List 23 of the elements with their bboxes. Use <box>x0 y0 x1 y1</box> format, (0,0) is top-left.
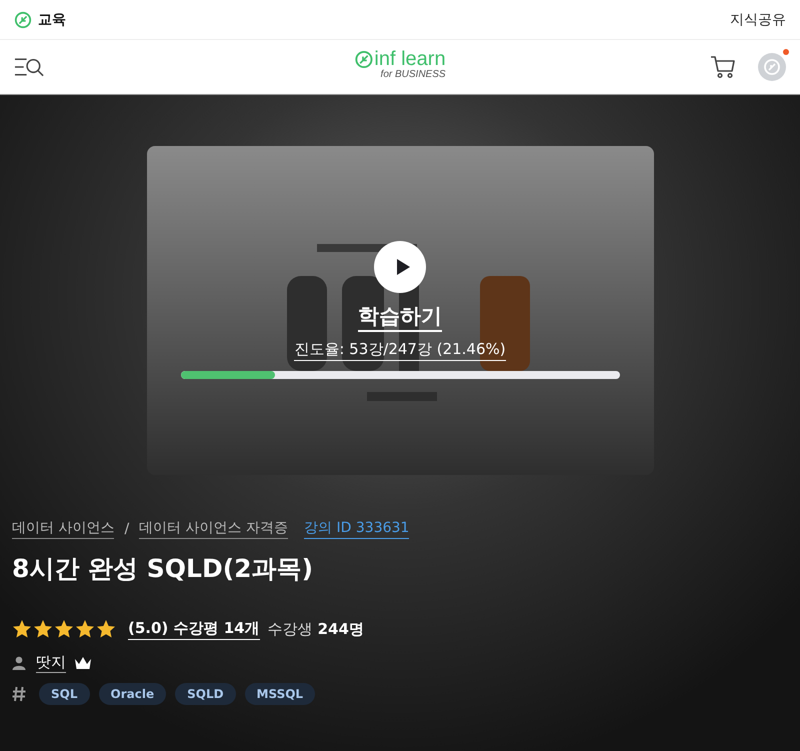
tag[interactable]: MSSQL <box>244 683 316 705</box>
progress-text: 진도율: 53강/247강 (21.46%) <box>294 338 506 361</box>
knowledge-share-link[interactable]: 지식공유 <box>730 10 786 28</box>
leaf-icon <box>14 10 32 28</box>
instructor-link[interactable]: 땃지 <box>36 652 66 673</box>
tag[interactable]: SQL <box>39 683 90 705</box>
review-link[interactable]: (5.0) 수강평 14개 <box>128 618 260 640</box>
course-id-link[interactable]: 강의 ID 333631 <box>304 519 410 539</box>
hashtag-icon <box>12 686 26 702</box>
cart-icon[interactable] <box>710 55 736 79</box>
tag[interactable]: Oracle <box>98 683 166 705</box>
course-title: 8시간 완성 SQLD(2과목) <box>12 553 314 585</box>
start-learning-link[interactable]: 학습하기 <box>358 303 442 332</box>
person-icon <box>12 656 26 670</box>
students-label: 수강생 <box>268 620 313 638</box>
logo[interactable]: inf learn for BUSINESS <box>354 49 446 80</box>
education-label[interactable]: 교육 <box>38 10 66 28</box>
menu-search-icon[interactable] <box>14 56 45 78</box>
tag[interactable]: SQLD <box>175 683 236 705</box>
breadcrumb-link[interactable]: 데이터 사이언스 자격증 <box>139 519 288 539</box>
students-count: 244명 <box>318 620 364 638</box>
breadcrumb-link[interactable]: 데이터 사이언스 <box>12 519 114 539</box>
breadcrumb-separator: / <box>124 521 130 537</box>
